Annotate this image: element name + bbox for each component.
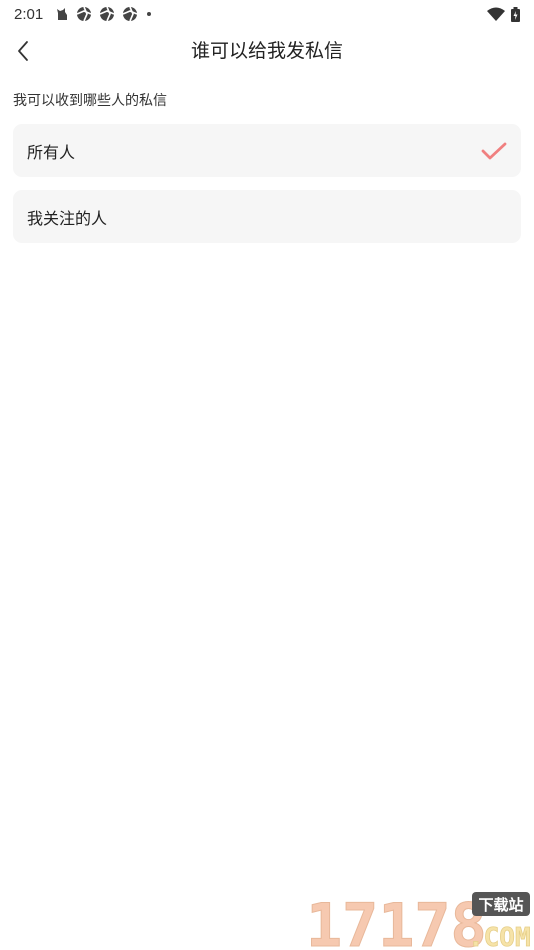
- battery-icon: [511, 6, 520, 22]
- checkmark-icon: [481, 142, 507, 160]
- screen: 2:01 谁可以给我发私信 我可以收到哪些人的私信 所有人 我关注的人 1717…: [0, 0, 534, 950]
- option-label: 所有人: [27, 142, 76, 162]
- notification-icons: [55, 6, 153, 22]
- status-right: [487, 6, 520, 22]
- status-time: 2:01: [14, 5, 44, 23]
- wifi-icon: [487, 7, 505, 21]
- cat-notification-icon: [57, 8, 68, 20]
- option-everyone[interactable]: 所有人: [13, 124, 521, 177]
- watermark-domain: .COM: [468, 923, 531, 950]
- header: 谁可以给我发私信: [0, 28, 534, 74]
- watermark-tag: 下载站: [478, 896, 523, 914]
- watermark-number: 17178: [306, 891, 487, 950]
- option-following[interactable]: 我关注的人: [13, 190, 521, 243]
- more-notifications-dot-icon: [147, 12, 152, 16]
- page-title: 谁可以给我发私信: [190, 40, 343, 62]
- aperture-notification-icon: [122, 6, 138, 22]
- status-bar: 2:01: [0, 0, 534, 28]
- aperture-notification-icon: [99, 6, 115, 22]
- option-label: 我关注的人: [27, 208, 108, 228]
- aperture-notification-icon: [76, 6, 92, 22]
- section-label: 我可以收到哪些人的私信: [13, 93, 167, 109]
- watermark-logo: 17178 下载站 .COM: [300, 878, 534, 950]
